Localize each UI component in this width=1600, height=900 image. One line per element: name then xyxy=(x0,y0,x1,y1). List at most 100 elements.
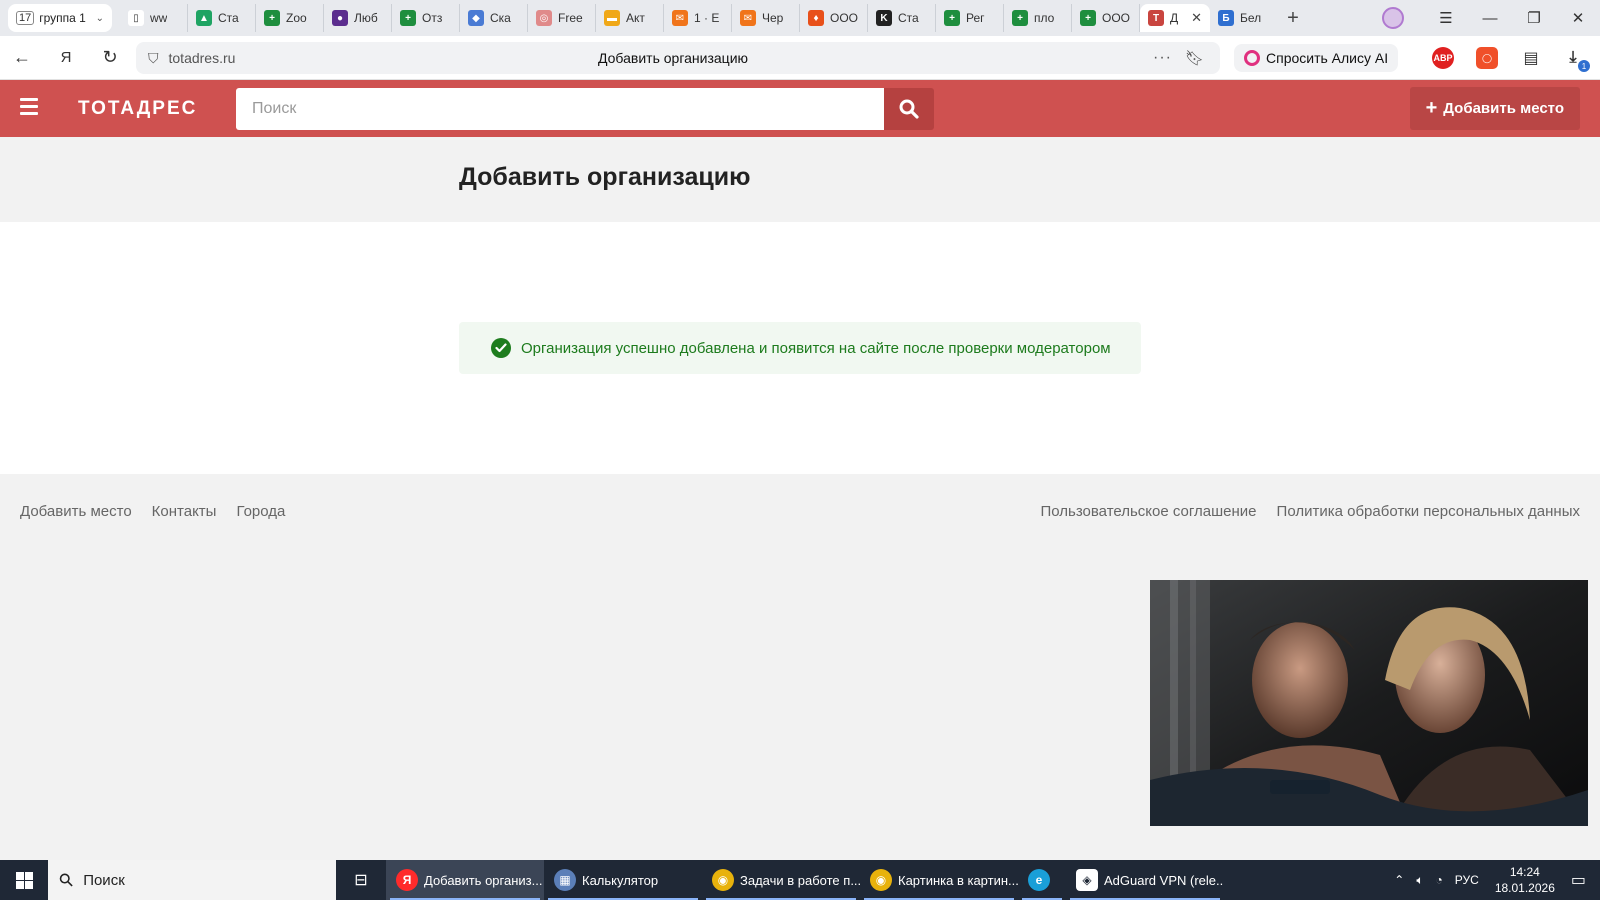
tab[interactable]: + Отз xyxy=(392,4,460,32)
tab-label: Отз xyxy=(422,11,443,25)
check-circle-icon xyxy=(491,338,511,358)
tab[interactable]: ▲ Ста xyxy=(188,4,256,32)
tab-active[interactable]: T Д ✕ xyxy=(1140,4,1210,32)
minimize-button[interactable]: — xyxy=(1468,10,1512,27)
notifications-icon[interactable]: ▭ xyxy=(1571,870,1586,890)
url-field[interactable]: ⛉ totadres.ru Добавить организацию ··· 🔖… xyxy=(136,42,1220,74)
hamburger-menu-icon[interactable] xyxy=(20,98,38,118)
tab-favicon-icon: ▯ xyxy=(128,10,144,26)
search-icon xyxy=(899,99,919,119)
clock[interactable]: 14:24 18.01.2026 xyxy=(1495,864,1555,896)
url-domain: totadres.ru xyxy=(168,50,236,66)
tab[interactable]: + пло xyxy=(1004,4,1072,32)
footer-left-links: Добавить место Контакты Города xyxy=(20,503,285,520)
tab-favicon-icon: + xyxy=(400,10,416,26)
tab[interactable]: ◆ Ска xyxy=(460,4,528,32)
tab[interactable]: ✉ 1 · Е xyxy=(664,4,732,32)
tabs-container: ▯ ww ▲ Ста + Zoo ● Люб + Отз ◆ Ска ◎ Free ▬ Акт ✉ 1 · Е ✉ Ч… xyxy=(120,4,1140,32)
tab[interactable]: + ООО xyxy=(1072,4,1140,32)
windows-logo-icon xyxy=(15,871,33,889)
search-input[interactable] xyxy=(236,88,884,130)
windows-start-button[interactable] xyxy=(0,860,48,900)
alice-icon xyxy=(1244,50,1260,66)
language-indicator[interactable]: РУС xyxy=(1455,873,1479,887)
tab[interactable]: + Zoo xyxy=(256,4,324,32)
tab-label: Ста xyxy=(218,11,239,25)
taskbar-app[interactable]: e xyxy=(1018,860,1066,900)
profile-avatar[interactable] xyxy=(1382,7,1404,29)
tab-label: Люб xyxy=(354,11,378,25)
tab-favicon-icon: ♦ xyxy=(808,10,824,26)
tab-label: Чер xyxy=(762,11,784,25)
add-place-label: Добавить место xyxy=(1443,100,1564,117)
tab-label: Д xyxy=(1170,11,1179,25)
tab[interactable]: ♦ ООО xyxy=(800,4,868,32)
site-logo[interactable]: ТОТАДРЕС xyxy=(78,98,197,120)
menu-icon[interactable]: ☰ xyxy=(1424,9,1468,27)
tab[interactable]: Б Бел xyxy=(1210,4,1278,32)
taskbar-app[interactable]: ◈ AdGuard VPN (rele... xyxy=(1066,860,1224,900)
taskbar-app[interactable]: ▦ Калькулятор xyxy=(544,860,702,900)
taskbar-app-label: Добавить организ... xyxy=(424,872,543,888)
bookmark-icon[interactable]: 🔖︎ xyxy=(1185,49,1204,67)
tab-favicon-icon: ✉ xyxy=(672,10,688,26)
tab[interactable]: ▯ ww xyxy=(120,4,188,32)
page-title: Добавить организацию xyxy=(459,163,751,191)
adblock-extension-icon[interactable]: ABP xyxy=(1432,47,1454,69)
collections-icon[interactable]: ▤ xyxy=(1520,47,1542,69)
tab-label: Ска xyxy=(490,11,511,25)
footer-link-add-place[interactable]: Добавить место xyxy=(20,503,132,520)
volume-icon[interactable]: 🔈︎ xyxy=(1416,873,1423,888)
footer-link-cities[interactable]: Города xyxy=(236,503,285,520)
taskbar-app[interactable]: ◉ Задачи в работе п... xyxy=(702,860,860,900)
taskbar-app-label: Задачи в работе п... xyxy=(740,872,860,888)
tab[interactable]: ● Люб xyxy=(324,4,392,32)
task-view-icon[interactable]: ⊟ xyxy=(336,870,386,890)
tab[interactable]: ▬ Акт xyxy=(596,4,664,32)
add-place-button[interactable]: + Добавить место xyxy=(1409,87,1580,130)
tab-favicon-icon: + xyxy=(264,10,280,26)
restore-button[interactable]: ❐ xyxy=(1512,9,1556,27)
chrome-icon: ◉ xyxy=(870,869,892,891)
chevron-up-icon[interactable]: ⌃ xyxy=(1394,873,1404,887)
taskbar-app-label: Картинка в картин... xyxy=(898,872,1018,888)
plus-icon: + xyxy=(1425,97,1438,119)
taskbar-app[interactable]: ◉ Картинка в картин... xyxy=(860,860,1018,900)
more-icon[interactable]: ··· xyxy=(1153,49,1172,67)
tab-favicon-icon: ✉ xyxy=(740,10,756,26)
footer-right-links: Пользовательское соглашение Политика обр… xyxy=(1040,503,1580,520)
taskbar-search-box[interactable]: ⚲ Поиск xyxy=(48,860,336,900)
new-tab-button[interactable]: + xyxy=(1278,4,1308,32)
footer-link-user-agreement[interactable]: Пользовательское соглашение xyxy=(1040,503,1256,520)
clock-time: 14:24 xyxy=(1509,865,1540,879)
system-tray: ⌃ 🔈︎ ◔ РУС 14:24 18.01.2026 ▭ xyxy=(1388,860,1600,900)
tab[interactable]: ✉ Чер xyxy=(732,4,800,32)
reload-button[interactable]: ↻ xyxy=(88,47,132,68)
tab-group-count: 17 xyxy=(16,11,35,25)
tab-label: Ста xyxy=(898,11,919,25)
close-icon[interactable]: ✕ xyxy=(1191,10,1202,26)
record-extension-icon[interactable]: ◯ xyxy=(1476,47,1498,69)
back-button[interactable]: ← xyxy=(0,47,44,68)
close-window-button[interactable]: ✕ xyxy=(1556,9,1600,27)
search-icon: ⚲ xyxy=(54,867,78,892)
ask-alice-label: Спросить Алису AI xyxy=(1266,50,1389,66)
tab-label: пло xyxy=(1034,11,1055,25)
taskbar: ⚲ Поиск ⊟ Я Добавить организ... ▦ Калькулят… xyxy=(0,860,1600,900)
taskbar-app[interactable]: Я Добавить организ... xyxy=(386,860,544,900)
edge-icon: e xyxy=(1028,869,1050,891)
tab-group[interactable]: 17 группа 1 ⌄ xyxy=(8,4,112,32)
tab-label: Рег xyxy=(966,11,985,25)
ask-alice-button[interactable]: Спросить Алису AI xyxy=(1234,44,1399,72)
tab[interactable]: K Ста xyxy=(868,4,936,32)
shield-icon[interactable]: ⛉ xyxy=(148,50,159,67)
tab[interactable]: + Рег xyxy=(936,4,1004,32)
network-icon[interactable]: ◔ xyxy=(1436,873,1443,887)
tab[interactable]: ◎ Free xyxy=(528,4,596,32)
footer-link-contacts[interactable]: Контакты xyxy=(152,503,217,520)
footer-link-privacy-policy[interactable]: Политика обработки персональных данных xyxy=(1277,503,1580,520)
tab-favicon-icon: ◆ xyxy=(468,10,484,26)
yandex-home-icon[interactable]: Я xyxy=(44,49,88,66)
picture-in-picture-video[interactable] xyxy=(1150,580,1588,826)
search-button[interactable] xyxy=(884,88,934,130)
